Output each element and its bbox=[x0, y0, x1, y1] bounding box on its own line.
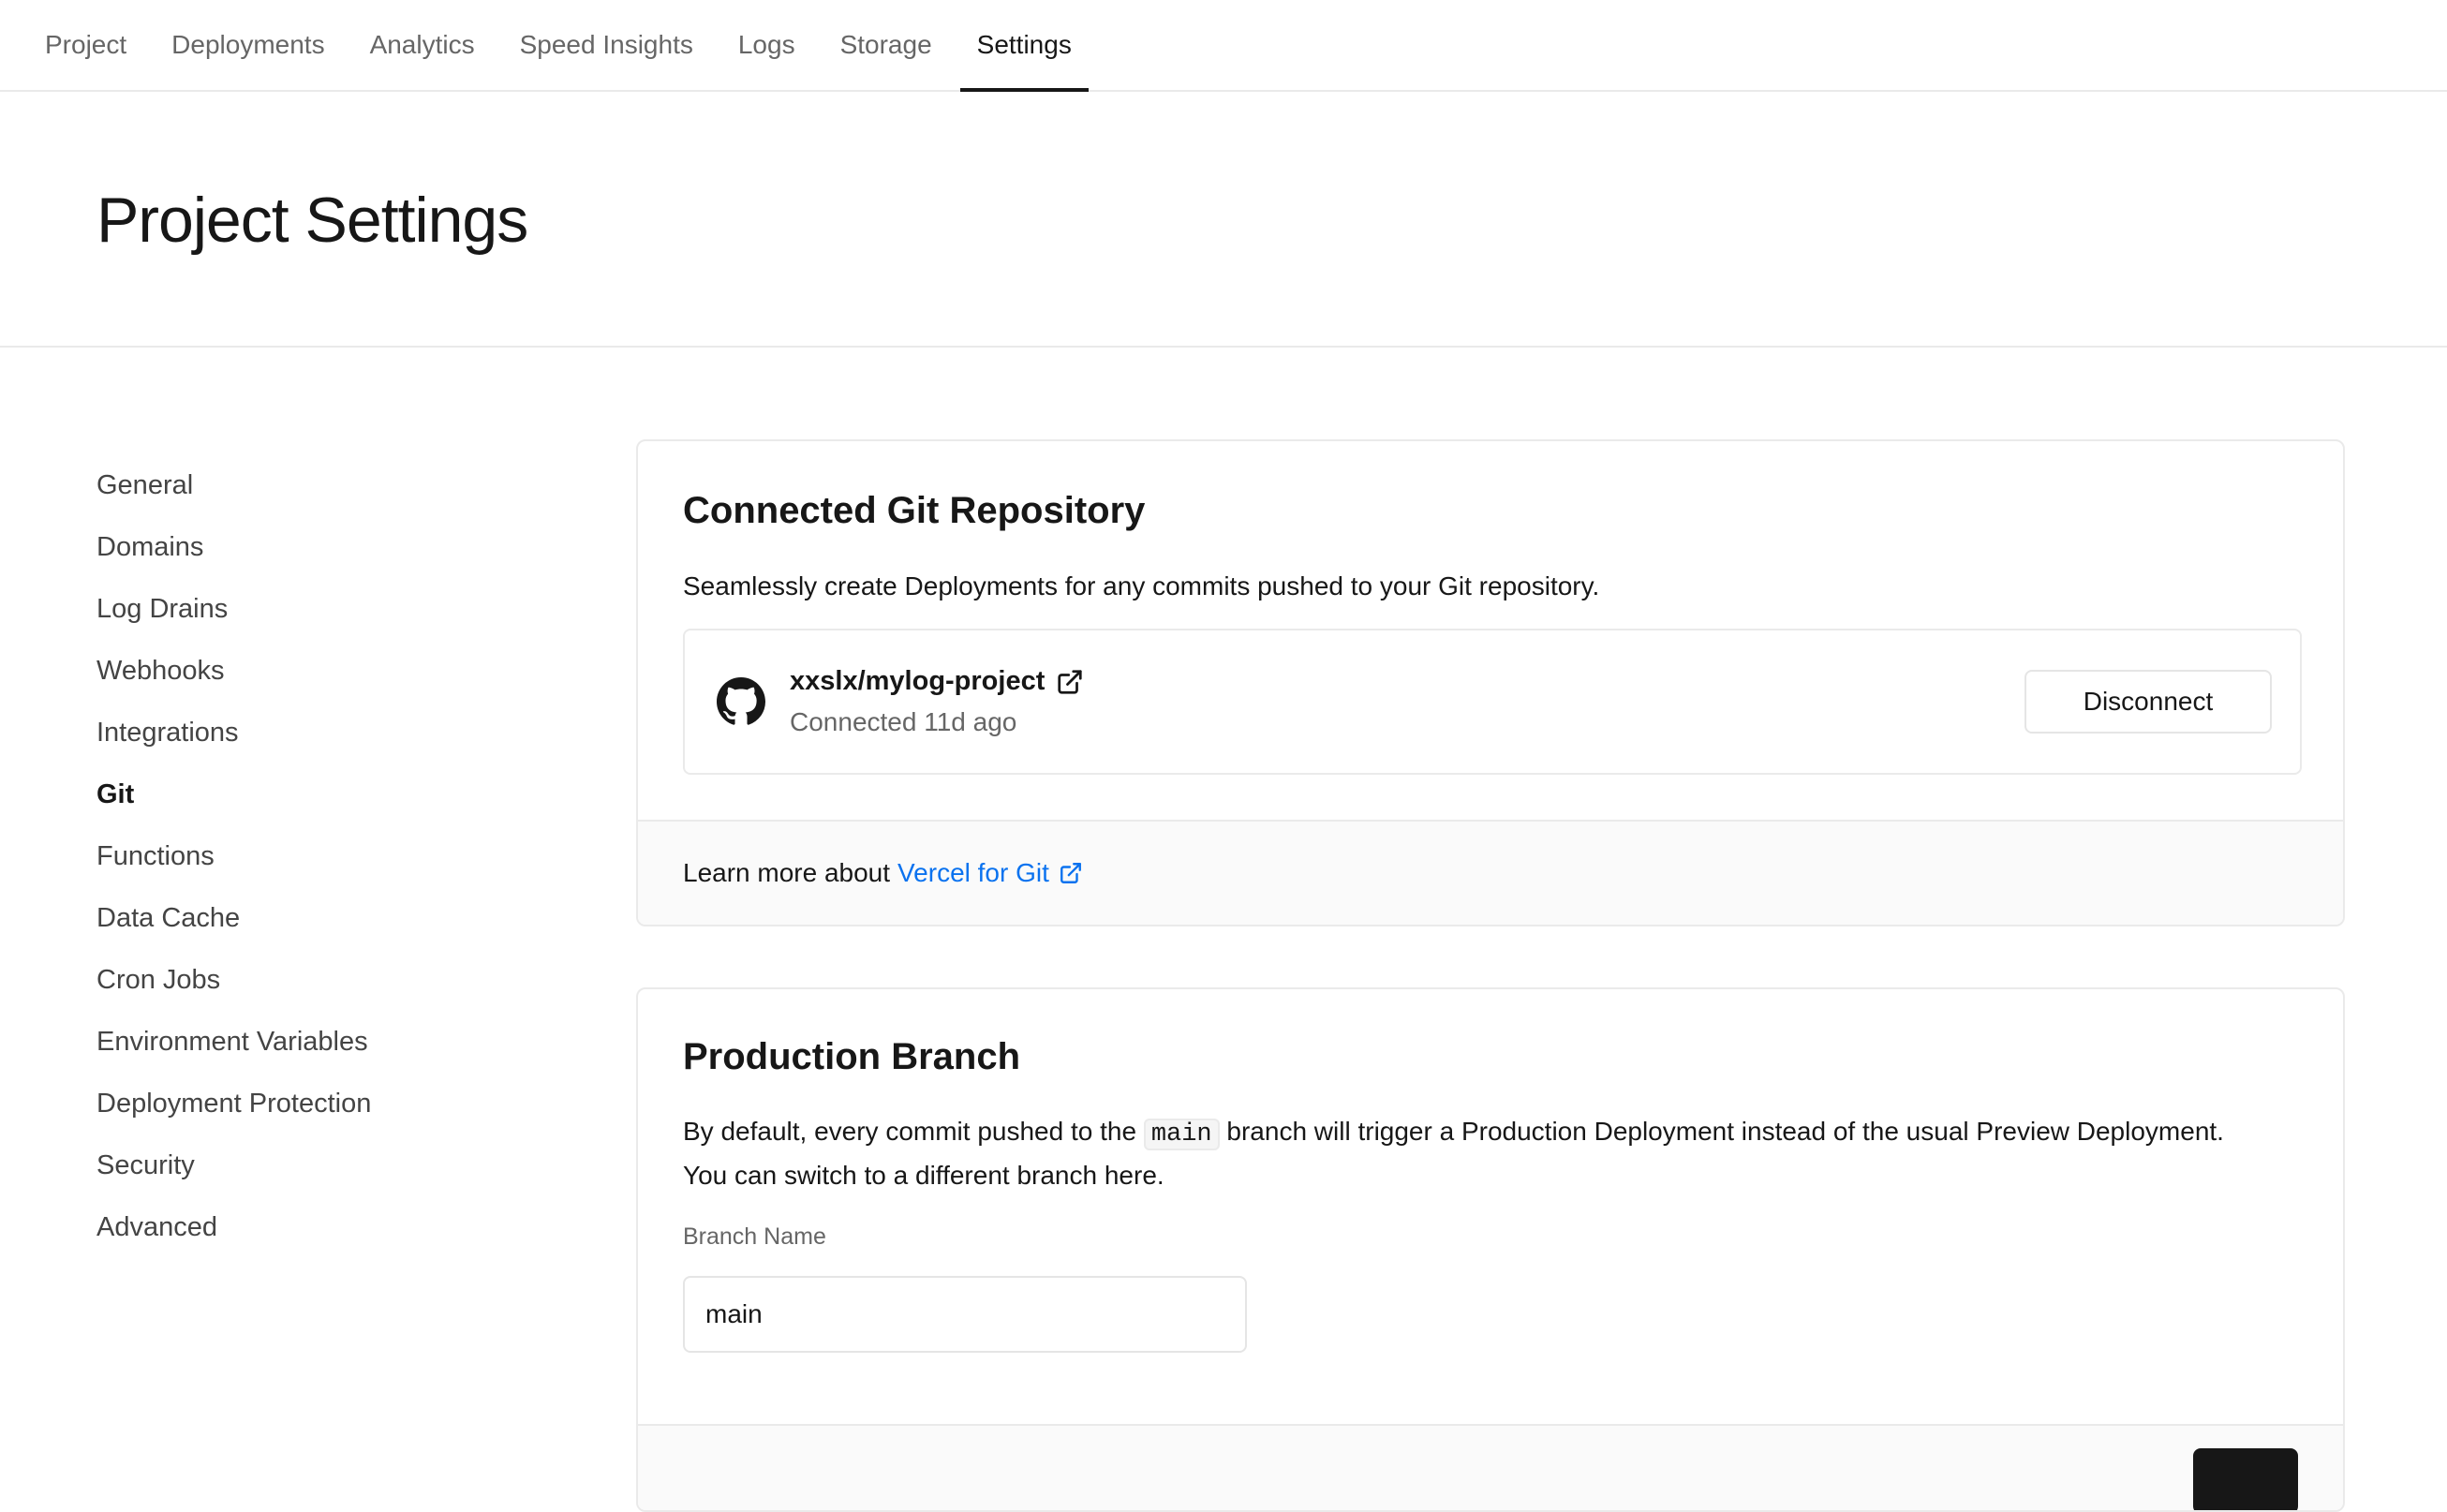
page-title: Project Settings bbox=[96, 185, 528, 256]
repo-name: xxslx/mylog-project bbox=[790, 666, 1046, 696]
footer-text: Learn more about bbox=[683, 858, 891, 887]
vercel-for-git-link[interactable]: Vercel for Git bbox=[897, 858, 1083, 888]
desc-text: By default, every commit pushed to the bbox=[683, 1117, 1137, 1146]
repo-link[interactable]: xxslx/mylog-project bbox=[790, 666, 1084, 697]
tab-analytics[interactable]: Analytics bbox=[348, 0, 497, 90]
card-title: Production Branch bbox=[683, 1036, 1021, 1077]
external-link-icon bbox=[1058, 669, 1082, 694]
card-title: Connected Git Repository bbox=[683, 490, 1146, 531]
tab-logs[interactable]: Logs bbox=[716, 0, 818, 90]
external-link-icon bbox=[1060, 863, 1081, 883]
tab-deployments[interactable]: Deployments bbox=[149, 0, 347, 90]
save-button[interactable] bbox=[2193, 1448, 2298, 1510]
sidebar-item-advanced[interactable]: Advanced bbox=[96, 1190, 565, 1265]
repo-connected-status: Connected 11d ago bbox=[790, 707, 1017, 736]
branch-name-label: Branch Name bbox=[683, 1223, 826, 1250]
tab-settings[interactable]: Settings bbox=[955, 0, 1094, 92]
card-footer: Learn more about Vercel for Git bbox=[638, 820, 2343, 925]
vercel-for-git-label: Vercel for Git bbox=[897, 858, 1049, 887]
page-header: Project Settings bbox=[0, 92, 2447, 348]
tab-speed-insights[interactable]: Speed Insights bbox=[497, 0, 716, 90]
git-repository-card: Connected Git Repository Seamlessly crea… bbox=[636, 439, 2345, 926]
card-description: Seamlessly create Deployments for any co… bbox=[683, 571, 1600, 600]
branch-code: main bbox=[1143, 1119, 1220, 1150]
settings-sidebar: General Domains Log Drains Webhooks Inte… bbox=[96, 448, 565, 1265]
top-tab-nav: Project Deployments Analytics Speed Insi… bbox=[0, 0, 2447, 92]
card-footer bbox=[638, 1424, 2343, 1510]
disconnect-button[interactable]: Disconnect bbox=[2024, 670, 2272, 734]
repo-row: xxslx/mylog-project Connected 11d ago Di… bbox=[683, 629, 2302, 775]
branch-name-input[interactable] bbox=[683, 1276, 1247, 1353]
github-icon bbox=[717, 677, 765, 725]
card-description: By default, every commit pushed to the m… bbox=[683, 1111, 2238, 1196]
production-branch-card: Production Branch By default, every comm… bbox=[636, 987, 2345, 1512]
tab-storage[interactable]: Storage bbox=[818, 0, 955, 90]
tab-project[interactable]: Project bbox=[22, 0, 149, 90]
